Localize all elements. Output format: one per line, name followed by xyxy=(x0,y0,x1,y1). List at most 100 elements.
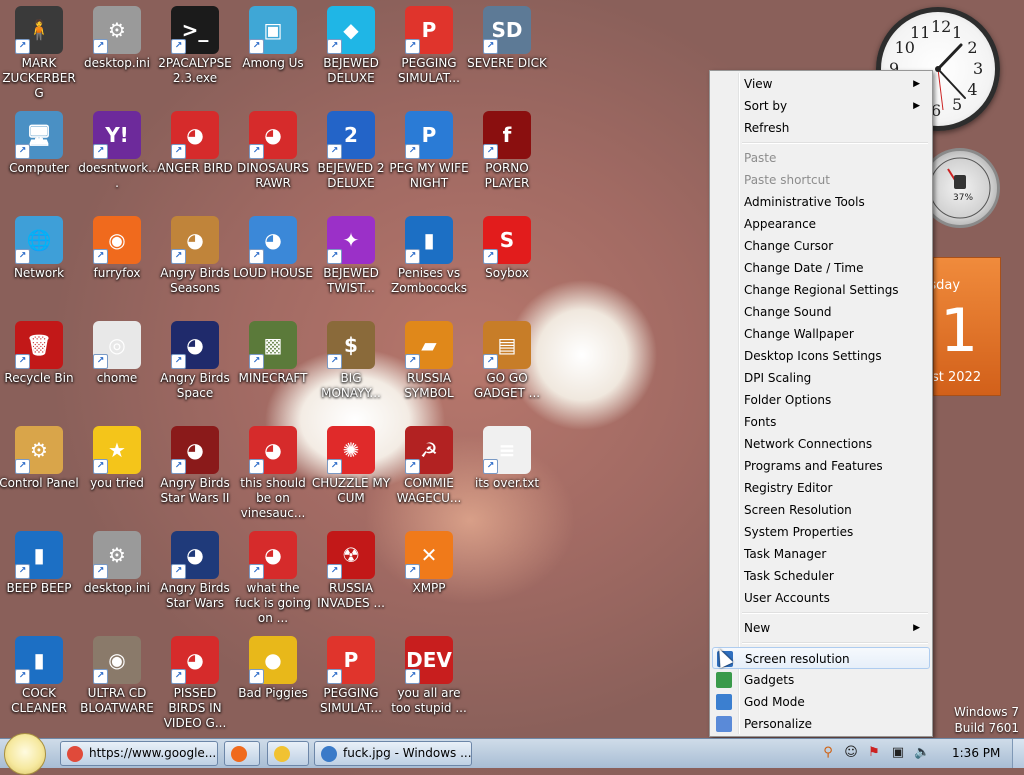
menu-item-change-wallpaper[interactable]: Change Wallpaper xyxy=(712,323,930,345)
shortcut-arrow-icon: ↗ xyxy=(93,564,108,579)
desktop-icon[interactable]: ★ ↗ you tried xyxy=(77,420,157,491)
desktop-icon[interactable]: P ↗ PEGGING SIMULAT... xyxy=(389,0,469,86)
smiley-tray-icon[interactable]: ☺ xyxy=(843,745,859,761)
desktop-icon[interactable]: ◕ ↗ what the fuck is going on ... xyxy=(233,525,313,626)
menu-item-desktop-icons-settings[interactable]: Desktop Icons Settings xyxy=(712,345,930,367)
desktop-icon[interactable]: ✕ ↗ XMPP xyxy=(389,525,469,596)
menu-item-paste[interactable]: Paste xyxy=(712,147,930,169)
desktop-icon[interactable]: ▮ ↗ Penises vs Zombococks xyxy=(389,210,469,296)
desktop-icon[interactable]: ⚙ ↗ Control Panel xyxy=(0,420,79,491)
menu-item-sort-by[interactable]: Sort by ▶ xyxy=(712,95,930,117)
desktop-icon[interactable]: ⚙ ↗ desktop.ini xyxy=(77,0,157,71)
desktop-icon[interactable]: ◕ ↗ DINOSAURS RAWR xyxy=(233,105,313,191)
shortcut-arrow-icon: ↗ xyxy=(171,564,186,579)
gadgets-icon xyxy=(716,672,732,688)
shortcut-arrow-icon: ↗ xyxy=(405,354,420,369)
firefox-icon xyxy=(231,745,247,762)
menu-item-view[interactable]: View ▶ xyxy=(712,73,930,95)
menu-item-change-date-time[interactable]: Change Date / Time xyxy=(712,257,930,279)
menu-item-appearance[interactable]: Appearance xyxy=(712,213,930,235)
desktop-icon[interactable]: DEV ↗ you all are too stupid ... xyxy=(389,630,469,716)
menu-item-change-cursor[interactable]: Change Cursor xyxy=(712,235,930,257)
shortcut-arrow-icon: ↗ xyxy=(327,354,342,369)
desktop-icon[interactable]: ✺ ↗ CHUZZLE MY CUM xyxy=(311,420,391,506)
desktop-icon[interactable]: ☢ ↗ RUSSIA INVADES ... xyxy=(311,525,391,611)
desktop-icon-label: BEJEWED DELUXE xyxy=(323,56,379,85)
menu-item-dpi-scaling[interactable]: DPI Scaling xyxy=(712,367,930,389)
desktop-icon[interactable]: ▩ ↗ MINECRAFT xyxy=(233,315,313,386)
menu-item-gadgets[interactable]: Gadgets xyxy=(712,669,930,691)
desktop-icon[interactable]: ◕ ↗ Angry Birds Seasons xyxy=(155,210,235,296)
desktop-icon[interactable]: ▮ ↗ COCK CLEANER xyxy=(0,630,79,716)
desktop-icon[interactable]: >_ ↗ 2PACALYPSE 2.3.exe xyxy=(155,0,235,86)
desktop-icon[interactable]: ◕ ↗ Angry Birds Star Wars II xyxy=(155,420,235,506)
desktop-icon[interactable]: ◕ ↗ LOUD HOUSE xyxy=(233,210,313,281)
desktop-icon[interactable]: SD ↗ SEVERE DICK xyxy=(467,0,547,71)
desktop-icon[interactable]: ◎ ↗ chome xyxy=(77,315,157,386)
desktop-icon[interactable]: ◕ ↗ ANGER BIRD xyxy=(155,105,235,176)
desktop-icon[interactable]: ◆ ↗ BEJEWED DELUXE xyxy=(311,0,391,86)
taskbar-button-firefox[interactable] xyxy=(224,741,260,766)
desktop-icon[interactable]: ◕ ↗ Angry Birds Space xyxy=(155,315,235,401)
desktop-icon[interactable]: ◕ ↗ this should be on vinesauc... xyxy=(233,420,313,521)
menu-item-god-mode[interactable]: God Mode xyxy=(712,691,930,713)
desktop-icon[interactable]: ✦ ↗ BEJEWED TWIST... xyxy=(311,210,391,296)
menu-item-task-scheduler[interactable]: Task Scheduler xyxy=(712,565,930,587)
desktop-icon[interactable]: $ ↗ BIG MONAYY... xyxy=(311,315,391,401)
start-button[interactable] xyxy=(4,733,46,775)
taskbar-button-chrome[interactable]: https://www.google.... xyxy=(60,741,218,766)
menu-item-task-manager[interactable]: Task Manager xyxy=(712,543,930,565)
desktop-icon[interactable]: ▣ ↗ Among Us xyxy=(233,0,313,71)
menu-item-fonts[interactable]: Fonts xyxy=(712,411,930,433)
taskbar-clock[interactable]: 1:36 PM xyxy=(952,746,1000,760)
desktop-icon[interactable]: 🖥 ↗ Computer xyxy=(0,105,79,176)
desktop-icon[interactable]: ● ↗ Bad Piggies xyxy=(233,630,313,701)
menu-item-screen-resolution[interactable]: Screen Resolution xyxy=(712,499,930,521)
menu-item-administrative-tools[interactable]: Administrative Tools xyxy=(712,191,930,213)
taskbar-button-explorer-folder[interactable] xyxy=(267,741,309,766)
menu-item-personalize[interactable]: Personalize xyxy=(712,713,930,735)
desktop-icon[interactable]: 🧍 ↗ MARK ZUCKERBERG xyxy=(0,0,79,101)
calendar-gadget[interactable]: rsday 1 st 2022 xyxy=(933,257,1001,396)
desktop-icon[interactable]: ▮ ↗ BEEP BEEP xyxy=(0,525,79,596)
desktop-icon[interactable]: ▤ ↗ GO GO GADGET ... xyxy=(467,315,547,401)
network-tray-icon[interactable]: ▣ xyxy=(890,745,906,761)
desktop-icon[interactable]: 2 ↗ BEJEWED 2 DELUXE xyxy=(311,105,391,191)
taskbar-button-photo-viewer[interactable]: fuck.jpg - Windows ... xyxy=(314,741,472,766)
desktop-icon[interactable]: ☭ ↗ COMMIE WAGECU... xyxy=(389,420,469,506)
menu-item-new[interactable]: New ▶ xyxy=(712,617,930,639)
show-desktop-button[interactable] xyxy=(1012,739,1024,768)
action-center-flag-icon[interactable]: ⚑ xyxy=(866,745,882,761)
menu-item-screen-resolution[interactable]: Screen resolution xyxy=(712,647,930,669)
menu-item-user-accounts[interactable]: User Accounts xyxy=(712,587,930,609)
menu-item-change-sound[interactable]: Change Sound xyxy=(712,301,930,323)
menu-item-refresh[interactable]: Refresh xyxy=(712,117,930,139)
control-panel-icon: ⚙ ↗ xyxy=(15,426,63,474)
desktop-icon[interactable]: ◉ ↗ furryfox xyxy=(77,210,157,281)
menu-item-folder-options[interactable]: Folder Options xyxy=(712,389,930,411)
menu-item-programs-and-features[interactable]: Programs and Features xyxy=(712,455,930,477)
search-icon[interactable]: ⚲ xyxy=(820,745,836,761)
desktop-icon[interactable]: ◉ ↗ ULTRA CD BLOATWARE xyxy=(77,630,157,716)
desktop-icon[interactable]: 🗑 ↗ Recycle Bin xyxy=(0,315,79,386)
menu-item-change-regional-settings[interactable]: Change Regional Settings xyxy=(712,279,930,301)
desktop-icon[interactable]: ≡ ↗ its over.txt xyxy=(467,420,547,491)
peggle-icon: P ↗ xyxy=(327,636,375,684)
menu-item-system-properties[interactable]: System Properties xyxy=(712,521,930,543)
peggle-icon: P ↗ xyxy=(405,6,453,54)
desktop-icon[interactable]: f ↗ PORNO PLAYER xyxy=(467,105,547,191)
volume-icon[interactable]: 🔈 xyxy=(914,745,930,761)
desktop-icon[interactable]: ◕ ↗ Angry Birds Star Wars xyxy=(155,525,235,611)
menu-item-paste-shortcut[interactable]: Paste shortcut xyxy=(712,169,930,191)
desktop-icon[interactable]: P ↗ PEGGING SIMULAT... xyxy=(311,630,391,716)
menu-item-registry-editor[interactable]: Registry Editor xyxy=(712,477,930,499)
desktop-icon[interactable]: ▰ ↗ RUSSIA SYMBOL xyxy=(389,315,469,401)
desktop-icon[interactable]: Y! ↗ doesntwork... xyxy=(77,105,157,191)
desktop-icon[interactable]: ◕ ↗ PISSED BIRDS IN VIDEO G... xyxy=(155,630,235,731)
desktop-icon[interactable]: P ↗ PEG MY WIFE NIGHT xyxy=(389,105,469,191)
menu-item-label: Fonts xyxy=(744,415,777,429)
desktop-icon[interactable]: S ↗ Soybox xyxy=(467,210,547,281)
menu-item-network-connections[interactable]: Network Connections xyxy=(712,433,930,455)
desktop-icon[interactable]: ⚙ ↗ desktop.ini xyxy=(77,525,157,596)
desktop-icon[interactable]: 🌐 ↗ Network xyxy=(0,210,79,281)
